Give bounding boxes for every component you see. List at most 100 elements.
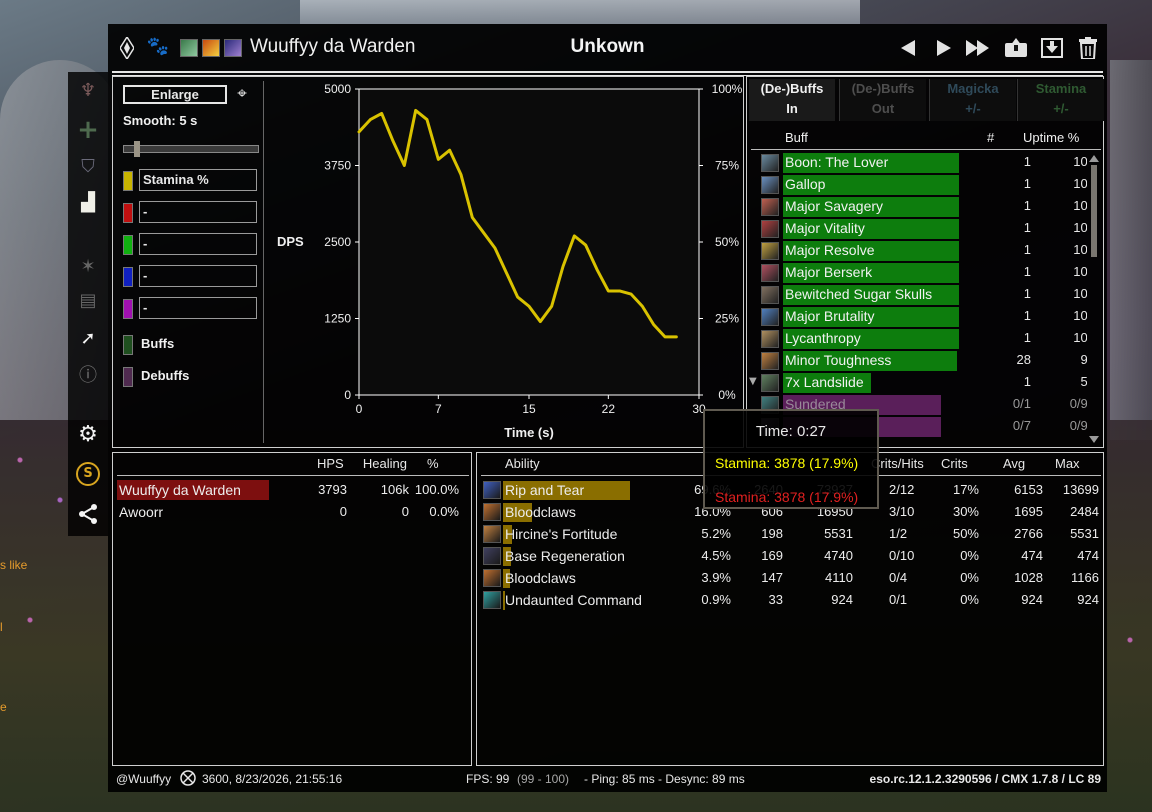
- buff-tab-1[interactable]: (De-)Buffs Out: [839, 79, 926, 121]
- unit-name: Wuuffyy da Warden: [119, 482, 241, 498]
- buff-icon: [761, 176, 779, 194]
- smooth-slider-knob[interactable]: [134, 141, 141, 157]
- buff-scrollbar[interactable]: [1087, 153, 1101, 445]
- previous-fight-button[interactable]: [894, 34, 922, 62]
- series-color-swatch[interactable]: [123, 171, 133, 191]
- background-roof: [300, 0, 860, 24]
- crest-icon[interactable]: ⛉: [76, 154, 100, 178]
- ability-icon: [483, 481, 501, 499]
- buff-icon: [761, 330, 779, 348]
- scroll-icon[interactable]: ▤: [76, 288, 100, 312]
- plus-icon[interactable]: +: [76, 115, 100, 145]
- series-selector[interactable]: -: [139, 233, 257, 255]
- tab-line-2: +/-: [1053, 101, 1069, 116]
- buff-row[interactable]: Gallop 1 100: [761, 174, 1087, 196]
- series-color-swatch[interactable]: [123, 203, 133, 223]
- background-chat-text: e: [0, 700, 7, 714]
- buff-row[interactable]: Major Berserk 1 100: [761, 262, 1087, 284]
- buff-name: Major Resolve: [785, 242, 875, 258]
- ability-crit-pct: 0%: [960, 592, 979, 607]
- buff-icon: [761, 352, 779, 370]
- buff-row[interactable]: ▼ 7x Landslide 1 50: [749, 372, 1087, 394]
- ability-pct: 3.9%: [701, 570, 731, 585]
- tab-line-2: In: [786, 101, 798, 116]
- buff-tab-0[interactable]: (De-)Buffs In: [749, 79, 835, 121]
- tooltip-stamina-line-secondary: Stamina: 3878 (17.9%): [715, 489, 859, 505]
- paw-icon: 🐾: [146, 36, 170, 57]
- buff-icon: [761, 374, 779, 392]
- series-color-swatch[interactable]: [123, 235, 133, 255]
- enlarge-button[interactable]: Enlarge: [123, 85, 227, 104]
- buff-row[interactable]: Major Savagery 1 100: [761, 196, 1087, 218]
- ability-row[interactable]: Undaunted Command 0.9% 33 924 0/1 0% 924 924: [481, 589, 1101, 611]
- ability-max: 5531: [1070, 526, 1099, 541]
- smooth-slider[interactable]: [123, 141, 259, 157]
- expand-arrow-icon[interactable]: ▼: [749, 376, 757, 387]
- buff-tab-2[interactable]: Magicka +/-: [929, 79, 1016, 121]
- series-color-swatch[interactable]: [123, 299, 133, 319]
- mountain-skill-icon: [224, 39, 242, 57]
- ability-header: Ability: [505, 456, 540, 471]
- ability-row[interactable]: Bloodclaws 3.9% 147 4110 0/4 0% 1028 1166: [481, 567, 1101, 589]
- crosshair-icon[interactable]: ⌖: [233, 85, 251, 103]
- horns-icon[interactable]: ♆: [76, 78, 100, 102]
- unit-row[interactable]: Wuuffyy da Warden 3793 106k 100.0%: [117, 479, 469, 501]
- buff-row[interactable]: Major Brutality 1 100: [761, 306, 1087, 328]
- blocks-icon[interactable]: ▟: [76, 190, 100, 214]
- buff-row[interactable]: Bewitched Sugar Skulls 1 100: [761, 284, 1087, 306]
- series-selector[interactable]: -: [139, 265, 257, 287]
- count-column-header: #: [987, 130, 995, 145]
- next-fight-button[interactable]: [930, 34, 958, 62]
- buff-count: 1: [1023, 198, 1031, 213]
- ability-total: 4110: [825, 570, 853, 585]
- ability-pct: 4.5%: [701, 548, 731, 563]
- title-bar: 🐾 Wuuffyy da Warden Unkown: [108, 24, 1107, 72]
- class-skill-icon: [180, 39, 198, 57]
- series-selector[interactable]: -: [139, 297, 257, 319]
- s-coin-icon[interactable]: S: [76, 462, 100, 486]
- unit-row[interactable]: Awoorr 0 0 0.0%: [117, 501, 469, 523]
- buff-row[interactable]: Boon: The Lover 1 100: [761, 152, 1087, 174]
- x-axis-label: Time (s): [504, 425, 554, 440]
- buff-row[interactable]: Minor Toughness 28 99: [761, 350, 1087, 372]
- x-tick-label: 22: [602, 402, 616, 416]
- tab-line-1: (De-)Buffs: [760, 81, 824, 96]
- download-icon[interactable]: [1038, 34, 1066, 62]
- buff-row[interactable]: Lycanthropy 1 100: [761, 328, 1087, 350]
- info-icon[interactable]: ⓘ: [76, 362, 100, 386]
- status-bar: @Wuuffyy 3600, 8/23/2026, 21:55:16 FPS: …: [108, 768, 1107, 792]
- y2-tick-label: 0%: [718, 388, 736, 402]
- series-selector[interactable]: Stamina %: [139, 169, 257, 191]
- buff-row[interactable]: Major Resolve 1 100: [761, 240, 1087, 262]
- y2-tick-label: 25%: [715, 312, 739, 326]
- ability-max: 474: [1077, 548, 1099, 563]
- gear-icon[interactable]: ⚙: [76, 422, 100, 447]
- trend-icon[interactable]: ➚: [76, 326, 100, 350]
- unit-hps: 3793: [318, 482, 347, 497]
- last-fight-button[interactable]: [964, 34, 992, 62]
- buff-uptime: 100: [1073, 308, 1087, 323]
- delete-icon[interactable]: [1074, 34, 1102, 62]
- spark-icon[interactable]: ✶: [76, 254, 100, 278]
- buff-uptime: 0/90: [1069, 418, 1087, 433]
- series-selector[interactable]: -: [139, 201, 257, 223]
- unit-healing: 0: [401, 504, 409, 519]
- tab-line-2: +/-: [965, 101, 981, 116]
- series-color-swatch[interactable]: [123, 267, 133, 287]
- ability-row[interactable]: Base Regeneration 4.5% 169 4740 0/10 0% 474 474: [481, 545, 1101, 567]
- fps-range: (99 - 100): [517, 772, 570, 786]
- share-icon[interactable]: [76, 502, 100, 526]
- ability-row[interactable]: Hircine's Fortitude 5.2% 198 5531 1/2 50% 2766…: [481, 523, 1101, 545]
- combat-metrics-window: 🐾 Wuuffyy da Warden Unkown Enlarge ⌖ Smo…: [108, 24, 1107, 792]
- ability-hps: 198: [761, 526, 783, 541]
- crits-header: Crits: [941, 456, 968, 471]
- y-tick-label: 0: [344, 388, 351, 402]
- buff-row[interactable]: Major Vitality 1 100: [761, 218, 1087, 240]
- buff-uptime: 100: [1073, 198, 1087, 213]
- buff-tab-3[interactable]: Stamina +/-: [1017, 79, 1104, 121]
- buff-name: Gallop: [785, 176, 826, 192]
- upload-icon[interactable]: [1002, 34, 1030, 62]
- buff-uptime: 100: [1073, 176, 1087, 191]
- background-chat-text: s like: [0, 558, 28, 572]
- ability-crit-pct: 30%: [952, 504, 979, 519]
